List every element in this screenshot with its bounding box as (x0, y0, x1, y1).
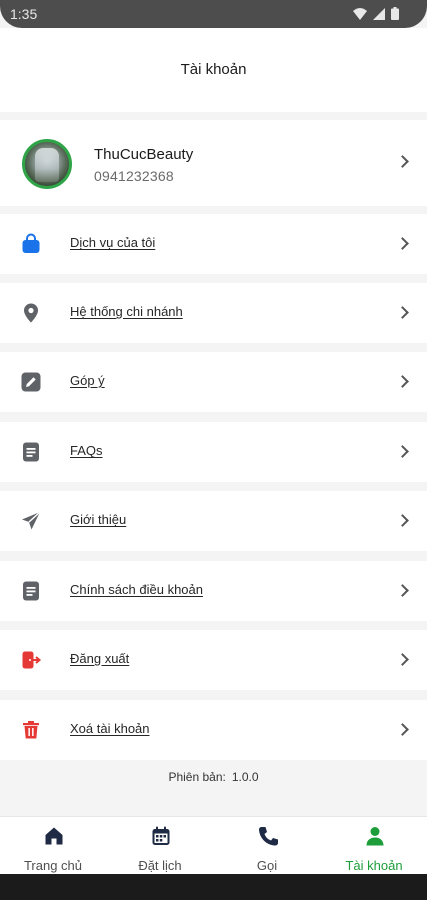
menu-item-about[interactable]: Giới thiệu (0, 491, 427, 551)
menu-item-label: Giới thiệu (70, 512, 127, 527)
chevron-right-icon (396, 375, 409, 388)
document-icon (23, 581, 39, 601)
location-pin-icon (24, 303, 38, 323)
page-title: Tài khoản (180, 61, 247, 78)
menu-item-my-services[interactable]: Dịch vụ của tôi (0, 214, 427, 274)
menu-item-label: Hệ thống chi nhánh (70, 304, 183, 319)
wifi-icon (353, 7, 367, 20)
signal-icon (373, 7, 385, 20)
nav-label: Tài khoản (345, 858, 403, 873)
logout-icon (22, 651, 42, 669)
menu-item-branches[interactable]: Hệ thống chi nhánh (0, 283, 427, 343)
nav-tab-account[interactable]: Tài khoản (321, 817, 427, 875)
app-screen: 1:35 Tài khoản ThuCucBeauty 0941232368 D… (0, 0, 427, 900)
menu-item-label: FAQs (70, 443, 103, 458)
chevron-right-icon (396, 155, 409, 168)
trash-icon (23, 721, 39, 739)
battery-icon (391, 7, 399, 20)
menu-item-label: Góp ý (70, 373, 105, 388)
menu-item-logout[interactable]: Đăng xuất (0, 630, 427, 690)
calendar-icon (152, 826, 170, 845)
menu-item-terms[interactable]: Chính sách điều khoản (0, 561, 427, 621)
nav-tab-call[interactable]: Gọi (214, 817, 320, 875)
profile-phone: 0941232368 (94, 168, 174, 184)
profile-name: ThuCucBeauty (94, 146, 194, 163)
avatar (22, 139, 72, 189)
system-nav-bar (0, 874, 427, 900)
menu-item-feedback[interactable]: Góp ý (0, 352, 427, 412)
chevron-right-icon (396, 653, 409, 666)
header: Tài khoản (0, 28, 427, 112)
menu-item-faqs[interactable]: FAQs (0, 422, 427, 482)
profile-card[interactable]: ThuCucBeauty 0941232368 (0, 120, 427, 206)
chevron-right-icon (396, 445, 409, 458)
status-icons (353, 7, 399, 20)
nav-tab-booking[interactable]: Đặt lịch (107, 817, 213, 875)
nav-label: Trang chủ (23, 858, 83, 873)
status-bar: 1:35 (0, 0, 427, 28)
nav-label: Gọi (256, 858, 278, 873)
menu-item-label: Xoá tài khoản (70, 721, 150, 736)
status-time: 1:35 (10, 6, 38, 22)
send-icon (22, 511, 41, 530)
person-icon (366, 827, 384, 846)
chevron-right-icon (396, 514, 409, 527)
shopping-bag-icon (22, 233, 40, 253)
menu-item-label: Đăng xuất (70, 651, 130, 666)
menu-item-label: Dịch vụ của tôi (70, 235, 156, 250)
chevron-right-icon (396, 723, 409, 736)
edit-icon (21, 372, 41, 392)
nav-tab-home[interactable]: Trang chủ (0, 817, 106, 875)
document-icon (23, 442, 39, 462)
app-version: Phiên bản: 1.0.0 (0, 770, 427, 784)
nav-label: Đặt lịch (138, 858, 182, 873)
chevron-right-icon (396, 584, 409, 597)
menu-item-delete-account[interactable]: Xoá tài khoản (0, 700, 427, 760)
home-icon (45, 827, 63, 845)
phone-icon (259, 827, 278, 846)
version-value: 1.0.0 (231, 770, 259, 784)
bottom-nav: Trang chủ Đặt lịch Gọi Tài khoản (0, 816, 427, 874)
version-label: Phiên bản: (168, 770, 226, 784)
menu-item-label: Chính sách điều khoản (70, 582, 203, 597)
chevron-right-icon (396, 306, 409, 319)
chevron-right-icon (396, 237, 409, 250)
